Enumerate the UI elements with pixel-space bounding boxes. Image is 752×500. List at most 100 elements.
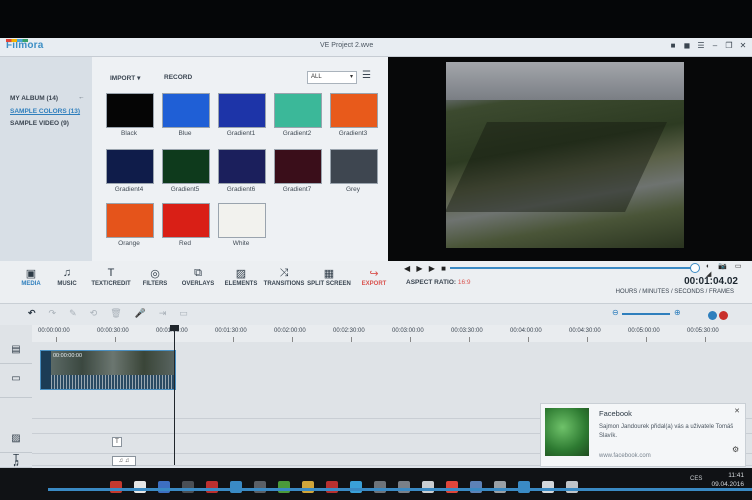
color-thumbnail[interactable] (218, 93, 266, 128)
gear-icon[interactable]: ⚙ (732, 445, 739, 454)
video-clip[interactable]: 00:00:00:00 (40, 350, 176, 390)
split-icon[interactable]: ⇥ (159, 308, 180, 318)
register-icon[interactable]: ■ (668, 41, 678, 50)
color-thumbnail[interactable] (274, 93, 322, 128)
taskbar-app-icon[interactable] (446, 481, 458, 493)
taskbar-app-icon[interactable] (110, 481, 122, 493)
taskbar-app-icon[interactable] (542, 481, 554, 493)
record-button-red[interactable] (719, 311, 728, 320)
text-credit-tab[interactable]: T TEXT/CREDIT (86, 267, 136, 287)
track-header-video[interactable]: ▭ (0, 365, 32, 398)
ruler-tick-label: 00:02:30:00 (333, 328, 365, 334)
clip-settings-icon[interactable]: ▭ (179, 308, 201, 318)
color-thumbnail[interactable] (162, 93, 210, 128)
timecode-label: HOURS / MINUTES / SECONDS / FRAMES (615, 289, 734, 295)
chat-icon[interactable]: ◼ (682, 41, 692, 50)
taskbar-app-icon[interactable] (206, 481, 218, 493)
color-thumbnail[interactable] (106, 203, 154, 238)
color-thumbnail[interactable] (162, 203, 210, 238)
close-icon[interactable]: ✕ (734, 407, 740, 415)
taskbar-app-icon[interactable] (422, 481, 434, 493)
taskbar-app-icon[interactable] (518, 481, 530, 493)
ruler-tick-mark (351, 337, 352, 342)
split-screen-tab[interactable]: ▦ SPLIT SCREEN (304, 267, 354, 287)
color-thumbnail[interactable] (330, 93, 378, 128)
language-indicator[interactable]: CES (690, 476, 702, 482)
timecode: 00:01:04.02 (684, 276, 738, 287)
taskbar-app-icon[interactable] (350, 481, 362, 493)
zoom-out-icon[interactable]: ⊖ (612, 308, 619, 317)
record-button[interactable]: RECORD (164, 74, 192, 81)
taskbar-app-icon[interactable] (134, 481, 146, 493)
ruler-tick-mark (115, 337, 116, 342)
notification-url[interactable]: www.facebook.com (599, 453, 651, 459)
crop-icon[interactable]: ✎ (69, 308, 90, 318)
preview-controls: ◀ ▶ ▶ ■ ◐ 📷 ▭ ◢ ASPECT RATIO: 16:9 00:01… (388, 261, 752, 303)
taskbar-app-icon[interactable] (566, 481, 578, 493)
maximize-button[interactable]: ❐ (724, 41, 734, 50)
taskbar-app-icon[interactable] (302, 481, 314, 493)
album-item-sample-colors[interactable]: SAMPLE COLORS (13) (10, 108, 80, 115)
album-sidebar: MY ALBUM (14) ← SAMPLE COLORS (13) SAMPL… (0, 57, 92, 261)
text-marker[interactable]: T (112, 437, 122, 447)
playback-buttons[interactable]: ◀ ▶ ▶ ■ (404, 264, 448, 273)
fit-timeline-button[interactable] (708, 311, 717, 320)
color-thumbnail[interactable] (218, 203, 266, 238)
timeline-ruler[interactable]: 00:00:00:00 00:00:30:00 00:01:00:00 00:01:3… (32, 325, 752, 342)
aspect-ratio[interactable]: ASPECT RATIO: 16:9 (406, 279, 471, 286)
playhead[interactable] (174, 325, 175, 465)
color-thumbnail[interactable] (162, 149, 210, 184)
delete-icon[interactable]: 🗑 (110, 308, 134, 318)
color-thumbnail[interactable] (106, 149, 154, 184)
taskbar-app-icon[interactable] (254, 481, 266, 493)
filter-dropdown[interactable]: ALL ▾ (307, 71, 357, 84)
list-menu-icon[interactable]: ☰ (362, 70, 371, 81)
facebook-notification[interactable]: Facebook Sajmon Jandourek přidal(a) vás … (540, 403, 746, 467)
taskbar-clock[interactable]: 11:41 09.04.2016 (708, 471, 744, 489)
taskbar-app-icon[interactable] (182, 481, 194, 493)
music-tab[interactable]: ♫ MUSIC (42, 267, 92, 287)
ruler-tick-label: 00:00:00:00 (38, 328, 70, 334)
taskbar-app-icon[interactable] (278, 481, 290, 493)
color-thumbnail[interactable] (330, 149, 378, 184)
import-button[interactable]: IMPORT ▾ (110, 74, 140, 82)
taskbar-app-icon[interactable] (398, 481, 410, 493)
export-button[interactable]: ↪ EXPORT (349, 267, 399, 287)
taskbar-app-icon[interactable] (158, 481, 170, 493)
ruler-tick-mark (705, 337, 706, 342)
preview-scrubber[interactable] (450, 267, 696, 269)
music-marker[interactable]: ♫ ♫ (112, 456, 136, 466)
track-header-overlay[interactable]: ▨ (0, 433, 32, 453)
color-thumbnail[interactable] (106, 93, 154, 128)
zoom-in-icon[interactable]: ⊕ (674, 308, 681, 317)
playhead-handle[interactable] (170, 325, 179, 331)
redo-icon[interactable]: ↷ (49, 308, 70, 318)
transitions-label: TRANSITIONS (263, 281, 305, 287)
scrubber-handle[interactable] (690, 263, 700, 273)
thumbnail-label: White (232, 240, 250, 247)
taskbar-app-icon[interactable] (374, 481, 386, 493)
menu-icon[interactable]: ☰ (696, 41, 706, 50)
back-arrow-icon[interactable]: ← (78, 94, 85, 101)
album-item-my-album[interactable]: MY ALBUM (14) (10, 95, 58, 102)
transitions-tab[interactable]: ⤨ TRANSITIONS (259, 267, 309, 287)
color-thumbnail[interactable] (274, 149, 322, 184)
windows-taskbar: CES 11:41 09.04.2016 (0, 468, 752, 500)
color-thumbnail[interactable] (218, 149, 266, 184)
rotate-icon[interactable]: ⟲ (90, 308, 111, 318)
clip-name: 00:00:00:00 (53, 353, 83, 359)
ruler-tick-mark (56, 337, 57, 342)
taskbar-app-icon[interactable] (230, 481, 242, 493)
taskbar-app-icon[interactable] (470, 481, 482, 493)
minimize-button[interactable]: – (710, 41, 720, 50)
media-library: IMPORT ▾ RECORD ALL ▾ ☰ Black Blue Gradient… (92, 57, 388, 261)
undo-icon[interactable]: ↶ (28, 308, 49, 318)
zoom-slider[interactable] (622, 313, 670, 315)
taskbar-app-icon[interactable] (494, 481, 506, 493)
taskbar-app-icon[interactable] (326, 481, 338, 493)
track-header-audio-video[interactable]: ▤ (0, 344, 32, 364)
clock-time: 11:41 (728, 472, 744, 479)
close-button[interactable]: ✕ (738, 41, 748, 50)
mic-icon[interactable]: 🎤 (135, 308, 159, 318)
album-item-sample-video[interactable]: SAMPLE VIDEO (9) (10, 120, 69, 127)
